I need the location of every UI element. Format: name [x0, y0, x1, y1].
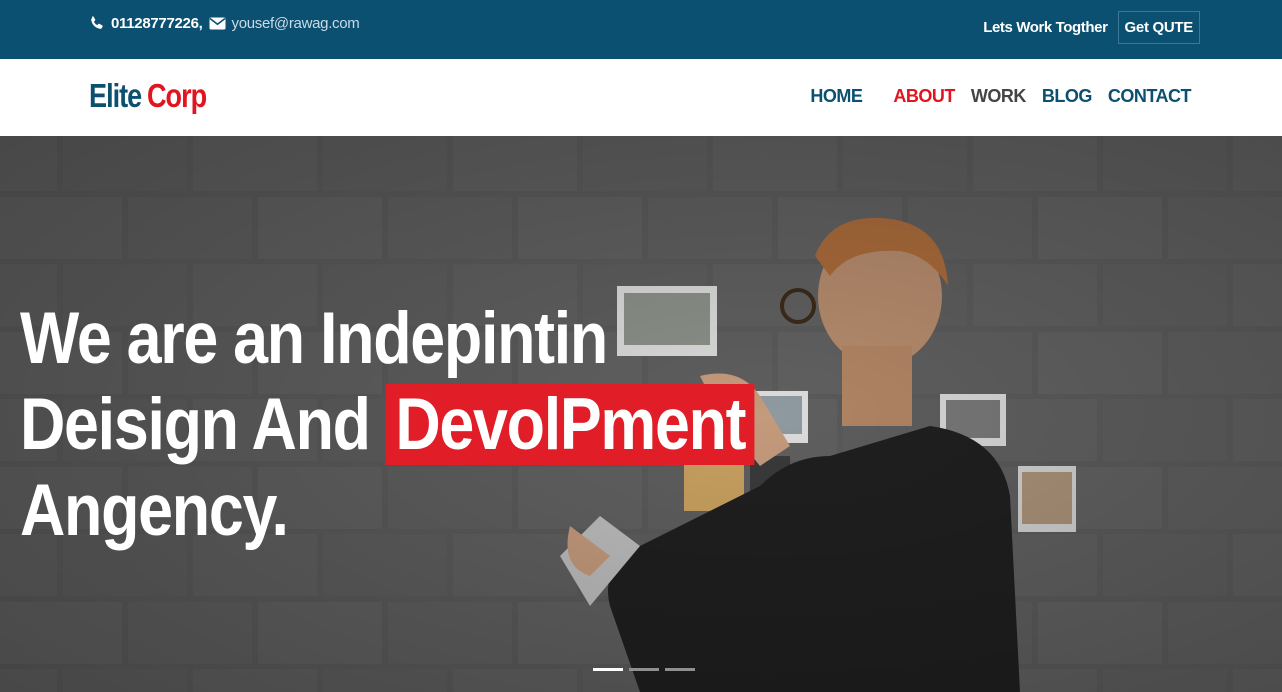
- contact-info: 01128777226, yousef@rawag.com: [89, 11, 360, 35]
- slider-dot-1[interactable]: [593, 668, 623, 671]
- logo-part-corp: Corp: [146, 77, 207, 114]
- nav-menu: HOME ABOUT WORK BLOG CONTACT: [810, 86, 1191, 107]
- headline-line-3: Angency.: [20, 470, 289, 551]
- slider-dot-3[interactable]: [665, 668, 695, 671]
- email-address[interactable]: yousef@rawag.com: [232, 15, 360, 32]
- slider-indicators: [593, 668, 695, 671]
- hero-headline: We are an Indepintin Deisign And DevolPm…: [20, 296, 755, 554]
- hero-slider: We are an Indepintin Deisign And DevolPm…: [0, 136, 1282, 692]
- envelope-icon: [209, 17, 226, 30]
- nav-item-about[interactable]: ABOUT: [893, 86, 955, 107]
- main-navbar: Elite Corp HOME ABOUT WORK BLOG CONTACT: [0, 59, 1282, 136]
- topbar-actions: Lets Work Togther Get QUTE: [983, 9, 1200, 45]
- headline-line-2: Deisign And DevolPment: [20, 382, 755, 468]
- headline-highlight: DevolPment: [385, 384, 755, 465]
- nav-item-work[interactable]: WORK: [971, 86, 1027, 107]
- top-bar: 01128777226, yousef@rawag.com Lets Work …: [0, 0, 1282, 59]
- headline-line-2-prefix: Deisign And: [20, 384, 371, 465]
- work-together-text: Lets Work Togther: [983, 18, 1108, 36]
- site-logo[interactable]: Elite Corp: [89, 77, 207, 115]
- phone-number: 01128777226,: [111, 14, 203, 32]
- phone-icon: [89, 15, 105, 31]
- logo-part-elite: Elite: [89, 77, 142, 114]
- get-quote-button[interactable]: Get QUTE: [1117, 10, 1200, 44]
- headline-line-1: We are an Indepintin: [20, 298, 608, 379]
- nav-item-home[interactable]: HOME: [810, 86, 863, 107]
- nav-item-contact[interactable]: CONTACT: [1108, 86, 1192, 107]
- nav-item-blog[interactable]: BLOG: [1042, 86, 1093, 107]
- slider-dot-2[interactable]: [629, 668, 659, 671]
